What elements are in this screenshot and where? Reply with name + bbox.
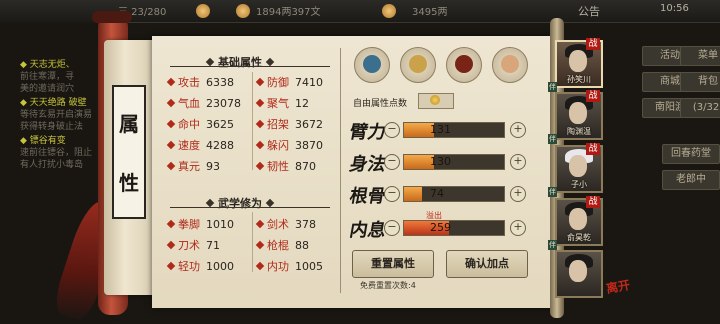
point-coin-icon: [430, 95, 440, 105]
character-icon-button[interactable]: [354, 47, 390, 83]
gold-coin-icon: [382, 4, 396, 18]
plus-icon[interactable]: +: [510, 122, 526, 138]
free-points-label: 自由属性点数: [353, 99, 408, 109]
quest-title[interactable]: ◆ 天志无炬、: [20, 60, 75, 71]
quest-title[interactable]: ◆ 镖谷有变: [20, 136, 66, 147]
battle-badge: 战: [586, 196, 600, 208]
attr-bar: 130: [403, 154, 505, 170]
money-text: 1894两397文: [256, 7, 321, 18]
location-count: (3/32): [680, 98, 720, 118]
quest-title[interactable]: ◆ 天天绝路 破壁: [20, 98, 87, 109]
plus-icon[interactable]: +: [510, 186, 526, 202]
quest-body: 美的邀请润穴: [20, 84, 75, 94]
party-portrait[interactable]: [555, 250, 603, 298]
yin-yang-icon-button[interactable]: [446, 47, 482, 83]
minus-icon[interactable]: −: [384, 220, 400, 236]
confirm-points-button[interactable]: 确认加点: [446, 250, 528, 278]
attr-name: 内息: [347, 220, 388, 241]
npc-shop-button[interactable]: 回春药堂: [662, 144, 720, 164]
stat-parry: 招架 3672: [255, 116, 323, 132]
minus-icon[interactable]: −: [384, 122, 400, 138]
notice-button[interactable]: 公告: [578, 3, 600, 19]
attr-name: 根骨: [347, 186, 388, 207]
companion-ribbon: 伴: [548, 134, 557, 144]
clock: 10:56: [660, 3, 689, 14]
reset-attributes-button[interactable]: 重置属性: [352, 250, 434, 278]
free-reset-count: 免费重置次数:4: [360, 281, 416, 290]
stat-defense: 防御 7410: [255, 74, 323, 90]
attributes-tab-label: 属 性: [112, 85, 146, 219]
menu-button[interactable]: 菜单: [680, 46, 720, 66]
stat-speed: 速度 4288: [166, 137, 234, 153]
attr-bar: 131: [403, 122, 505, 138]
attr-name: 臂力: [347, 122, 388, 143]
quest-body: 前往寒潭，寻: [20, 72, 75, 82]
leave-button[interactable]: 离开: [605, 276, 632, 297]
quest-body: 速前往镖谷，阻止: [20, 148, 93, 158]
stat-dodge: 躲闪 3870: [255, 137, 323, 153]
attr-name: 身法: [347, 154, 388, 175]
quest-body: 获得转身破止法: [20, 122, 84, 132]
stat-hit: 命中 3625: [166, 116, 234, 132]
bag-button[interactable]: 背包: [680, 72, 720, 92]
stat-fist: 拳脚 1010: [166, 216, 234, 232]
plus-icon[interactable]: +: [510, 154, 526, 170]
stat-inner: 内功 1005: [255, 258, 323, 274]
battle-badge: 战: [586, 143, 600, 155]
scroll-icon-button[interactable]: [400, 47, 436, 83]
companion-ribbon: 伴: [548, 82, 557, 92]
stat-blade: 刀术 71: [166, 237, 220, 253]
basic-attributes-title: 基础属性: [202, 54, 278, 70]
column-divider: [252, 212, 253, 272]
side-menu: 活动 菜单 商城 背包 南阳渡 (3/32) 回春药堂 老郎中: [640, 40, 720, 324]
add-resource-icon[interactable]: [196, 4, 210, 18]
stat-toughness: 韧性 870: [255, 158, 316, 174]
panel-divider: [340, 48, 341, 293]
battle-badge: 战: [586, 38, 600, 50]
attr-bar: 259: [403, 220, 505, 236]
silver-coin-icon: [236, 4, 250, 18]
companion-ribbon: 伴: [548, 187, 557, 197]
attr-bar-fill: [404, 187, 422, 201]
scroll-char: 属: [119, 112, 139, 136]
martial-arts-title: 武学修为: [202, 195, 278, 211]
section-divider: [170, 66, 330, 67]
stat-hp: 气血 23078: [166, 95, 241, 111]
section-divider: [170, 207, 330, 208]
battle-badge: 战: [586, 90, 600, 102]
stat-attack: 攻击 6338: [166, 74, 234, 90]
stat-qi: 聚气 12: [255, 95, 309, 111]
stat-lightness: 轻功 1000: [166, 258, 234, 274]
npc-doctor-button[interactable]: 老郎中: [662, 170, 720, 190]
attr-bar: 74: [403, 186, 505, 202]
quest-body: 等待玄易开启演易: [20, 110, 93, 120]
scroll-char: 性: [119, 171, 139, 195]
minus-icon[interactable]: −: [384, 154, 400, 170]
column-divider: [252, 72, 253, 170]
stat-sword: 剑术 378: [255, 216, 316, 232]
stat-spear: 枪棍 88: [255, 237, 309, 253]
quest-body: 有人打扰小毒岛: [20, 160, 84, 170]
plus-icon[interactable]: +: [510, 220, 526, 236]
meridian-icon-button[interactable]: [492, 47, 528, 83]
minus-icon[interactable]: −: [384, 186, 400, 202]
stat-true-energy: 真元 93: [166, 158, 220, 174]
companion-ribbon: 伴: [548, 240, 557, 250]
fame-text: 3495两: [412, 7, 448, 18]
